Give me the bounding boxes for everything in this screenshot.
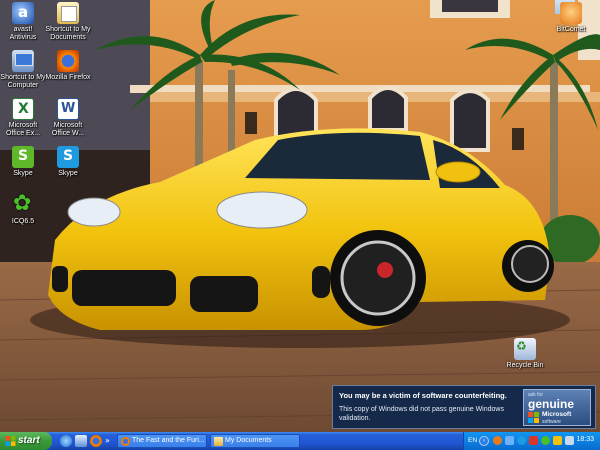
shield-tray-icon[interactable] (529, 436, 538, 445)
desktop-icon-label: avast! Antivirus (9, 26, 37, 41)
taskbar-button-firefox[interactable]: The Fast and the Furi... (117, 434, 207, 448)
desktop-icon-label: Microsoft Office Ex... (5, 122, 41, 137)
badge-software-text: software (542, 419, 561, 425)
volume-tray-icon[interactable] (565, 436, 574, 445)
notification-body: This copy of Windows did not pass genuin… (339, 406, 504, 422)
antivirus-tray-icon[interactable] (493, 436, 502, 445)
desktop-icon-label: Skype (13, 170, 33, 177)
firefox-icon[interactable] (90, 435, 102, 447)
skype-icon (57, 146, 79, 168)
my-documents-icon (57, 2, 79, 24)
desktop-icon-excel[interactable]: Microsoft Office Ex... (0, 98, 46, 138)
desktop-icon-label: Mozilla Firefox (45, 74, 91, 81)
desktop-icon-my-documents[interactable]: Shortcut to My Documents (45, 2, 91, 42)
internet-explorer-icon[interactable] (60, 435, 72, 447)
desktop-icon-word[interactable]: Microsoft Office W... (45, 98, 91, 138)
desktop-icon-icq[interactable]: ICQ6.5 (0, 191, 46, 226)
language-indicator[interactable]: EN (468, 437, 477, 444)
desktop-icon-label: BitComet (556, 26, 586, 33)
desktop-icon-my-computer[interactable]: Shortcut to My Computer (0, 50, 46, 90)
quick-launch-expand-icon[interactable]: » (105, 436, 113, 448)
tray-expand-icon[interactable]: ‹ (479, 436, 489, 446)
notification-title: You may be a victim of software counterf… (339, 391, 507, 400)
desktop[interactable]: avast! Antivirus Shortcut to My Document… (0, 0, 600, 432)
desktop-icon-label: ICQ6.5 (11, 218, 35, 225)
taskbar-button-label: The Fast and the Furi... (132, 437, 205, 444)
show-desktop-icon[interactable] (75, 435, 87, 447)
start-button[interactable]: start (0, 432, 52, 450)
clock[interactable]: 18:33 (576, 436, 594, 443)
firefox-icon (121, 437, 130, 446)
taskbar-button-my-documents[interactable]: My Documents (210, 434, 300, 448)
skype-tray-icon[interactable] (517, 436, 526, 445)
badge-genuine-text: genuine (528, 397, 575, 411)
genuine-notification-balloon[interactable]: You may be a victim of software counterf… (332, 385, 596, 429)
icq-tray-icon[interactable] (541, 436, 550, 445)
network-tray-icon[interactable] (505, 436, 514, 445)
genuine-microsoft-badge: ask for genuine Microsoft software (523, 389, 591, 426)
badge-microsoft-text: Microsoft (542, 411, 572, 418)
desktop-icon-label: Microsoft Office W... (51, 122, 85, 137)
desktop-icon-label: Shortcut to My Computer (0, 74, 46, 89)
desktop-icon-avast[interactable]: avast! Antivirus (0, 2, 46, 42)
desktop-icon-recycle-bin[interactable]: Recycle Bin (502, 338, 548, 370)
start-label: start (18, 435, 40, 446)
desktop-icon-skype-2[interactable]: Skype (45, 146, 91, 178)
icq-icon (12, 191, 34, 216)
desktop-icon-label: Recycle Bin (506, 362, 544, 369)
word-icon (57, 98, 79, 120)
firefox-icon (57, 50, 79, 72)
desktop-icon-label: Skype (58, 170, 78, 177)
recycle-bin-icon (514, 338, 536, 360)
desktop-icon-firefox[interactable]: Mozilla Firefox (45, 50, 91, 82)
warning-tray-icon[interactable] (553, 436, 562, 445)
skype-icon (12, 146, 34, 168)
windows-flag-icon (528, 412, 539, 423)
bitcomet-icon (560, 2, 582, 24)
windows-flag-icon (5, 436, 16, 446)
taskbar-button-label: My Documents (225, 437, 272, 444)
avast-icon (12, 2, 34, 24)
desktop-icon-label: Shortcut to My Documents (45, 26, 91, 41)
my-computer-icon (12, 50, 34, 72)
desktop-icon-bitcomet[interactable]: BitComet (548, 2, 594, 34)
excel-icon (12, 98, 34, 120)
taskbar: start » The Fast and the Furi... My Docu… (0, 432, 600, 450)
desktop-icon-skype[interactable]: Skype (0, 146, 46, 178)
system-tray: EN ‹ 18:33 (463, 432, 600, 450)
folder-icon (214, 437, 223, 446)
